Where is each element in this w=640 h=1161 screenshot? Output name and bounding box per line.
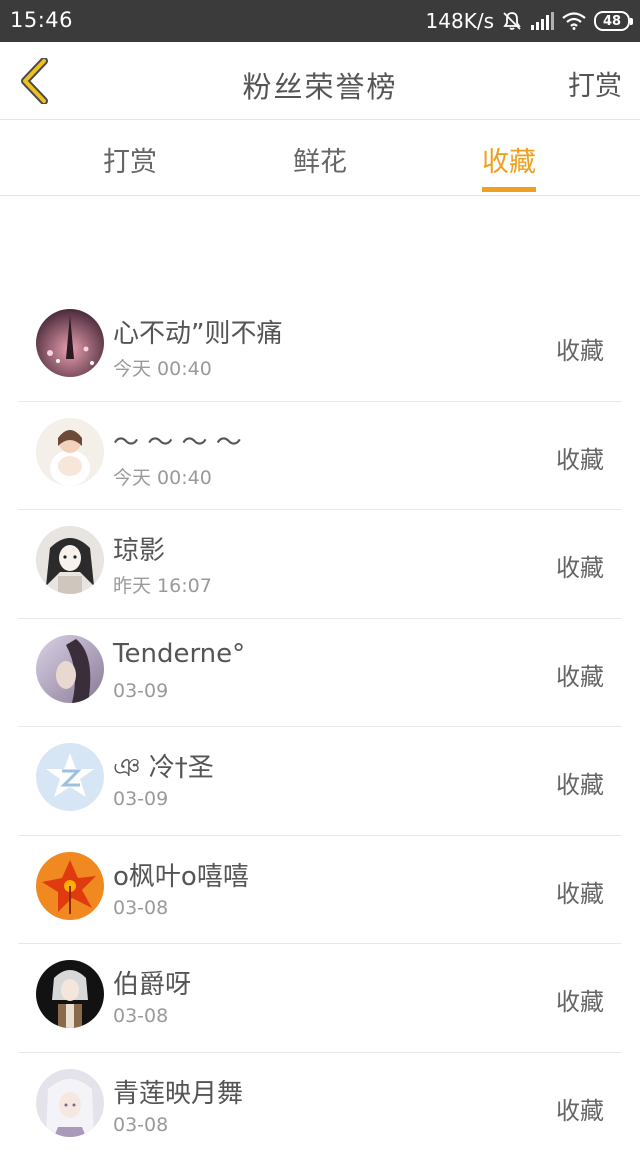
action-tag: 收藏 bbox=[556, 982, 604, 1017]
tab-label: 收藏 bbox=[482, 147, 536, 178]
tab-label: 打赏 bbox=[103, 147, 157, 178]
list-item[interactable]: 伯爵呀 03-08 收藏 bbox=[18, 944, 621, 1053]
active-tab-indicator bbox=[482, 187, 536, 192]
fan-list: 心不动”则不痛 今天 00:40 收藏 ～ ～ ～ ～ 今天 00:40 收藏 … bbox=[18, 293, 621, 1161]
list-item[interactable]: 青莲映月舞 03-08 收藏 bbox=[18, 1053, 621, 1161]
status-bar: 15:46 148K/s 48 bbox=[0, 0, 640, 42]
fan-time: 03-09 bbox=[113, 680, 168, 702]
list-item[interactable]: 琼影 昨天 16:07 收藏 bbox=[18, 510, 621, 619]
avatar bbox=[36, 526, 104, 594]
fan-name: ঞ 冷†圣 bbox=[113, 747, 214, 791]
battery-icon: 48 bbox=[594, 11, 630, 31]
fan-name: o枫叶o嘻嘻 bbox=[113, 856, 249, 893]
action-tag: 收藏 bbox=[556, 440, 604, 475]
fan-time: 03-08 bbox=[113, 897, 168, 919]
avatar bbox=[36, 309, 104, 377]
wifi-icon bbox=[562, 12, 586, 30]
list-item[interactable]: ঞ 冷†圣 03-09 收藏 bbox=[18, 727, 621, 836]
action-tag: 收藏 bbox=[556, 874, 604, 909]
fan-name: 伯爵呀 bbox=[113, 964, 191, 1001]
cellular-signal-icon bbox=[530, 12, 554, 30]
tab-flowers[interactable]: 鲜花 bbox=[293, 140, 347, 179]
fan-name: ～ ～ ～ ～ bbox=[113, 422, 242, 459]
tab-bar: 打赏 鲜花 收藏 bbox=[0, 120, 640, 196]
fan-time: 03-09 bbox=[113, 788, 168, 810]
nav-bar: 粉丝荣誉榜 打赏 bbox=[0, 42, 640, 120]
status-icons: 148K/s 48 bbox=[426, 0, 630, 42]
list-item[interactable]: ～ ～ ～ ～ 今天 00:40 收藏 bbox=[18, 402, 621, 511]
page-title: 粉丝荣誉榜 bbox=[0, 64, 640, 106]
action-tag: 收藏 bbox=[556, 657, 604, 692]
fan-time: 今天 00:40 bbox=[113, 463, 212, 490]
action-tag: 收藏 bbox=[556, 765, 604, 800]
list-item[interactable]: Tenderne° 03-09 收藏 bbox=[18, 619, 621, 728]
fan-name: 青莲映月舞 bbox=[113, 1073, 243, 1110]
avatar bbox=[36, 743, 104, 811]
fan-time: 今天 00:40 bbox=[113, 354, 212, 381]
avatar bbox=[36, 418, 104, 486]
avatar bbox=[36, 960, 104, 1028]
action-tag: 收藏 bbox=[556, 1091, 604, 1126]
list-item[interactable]: o枫叶o嘻嘻 03-08 收藏 bbox=[18, 836, 621, 945]
list-item[interactable]: 心不动”则不痛 今天 00:40 收藏 bbox=[18, 293, 621, 402]
avatar bbox=[36, 852, 104, 920]
fan-time: 03-08 bbox=[113, 1005, 168, 1027]
tab-label: 鲜花 bbox=[293, 147, 347, 178]
mute-bell-icon bbox=[502, 11, 522, 31]
fan-name: 琼影 bbox=[113, 530, 165, 567]
fan-name: 心不动”则不痛 bbox=[113, 313, 282, 350]
avatar bbox=[36, 635, 104, 703]
tab-reward[interactable]: 打赏 bbox=[103, 140, 157, 179]
reward-button[interactable]: 打赏 bbox=[568, 64, 622, 103]
fan-name: Tenderne° bbox=[113, 639, 245, 669]
tab-favorites[interactable]: 收藏 bbox=[482, 140, 536, 179]
fan-time: 昨天 16:07 bbox=[113, 571, 212, 598]
network-speed: 148K/s bbox=[426, 9, 494, 33]
status-time: 15:46 bbox=[10, 8, 73, 32]
action-tag: 收藏 bbox=[556, 331, 604, 366]
avatar bbox=[36, 1069, 104, 1137]
action-tag: 收藏 bbox=[556, 548, 604, 583]
fan-time: 03-08 bbox=[113, 1114, 168, 1136]
